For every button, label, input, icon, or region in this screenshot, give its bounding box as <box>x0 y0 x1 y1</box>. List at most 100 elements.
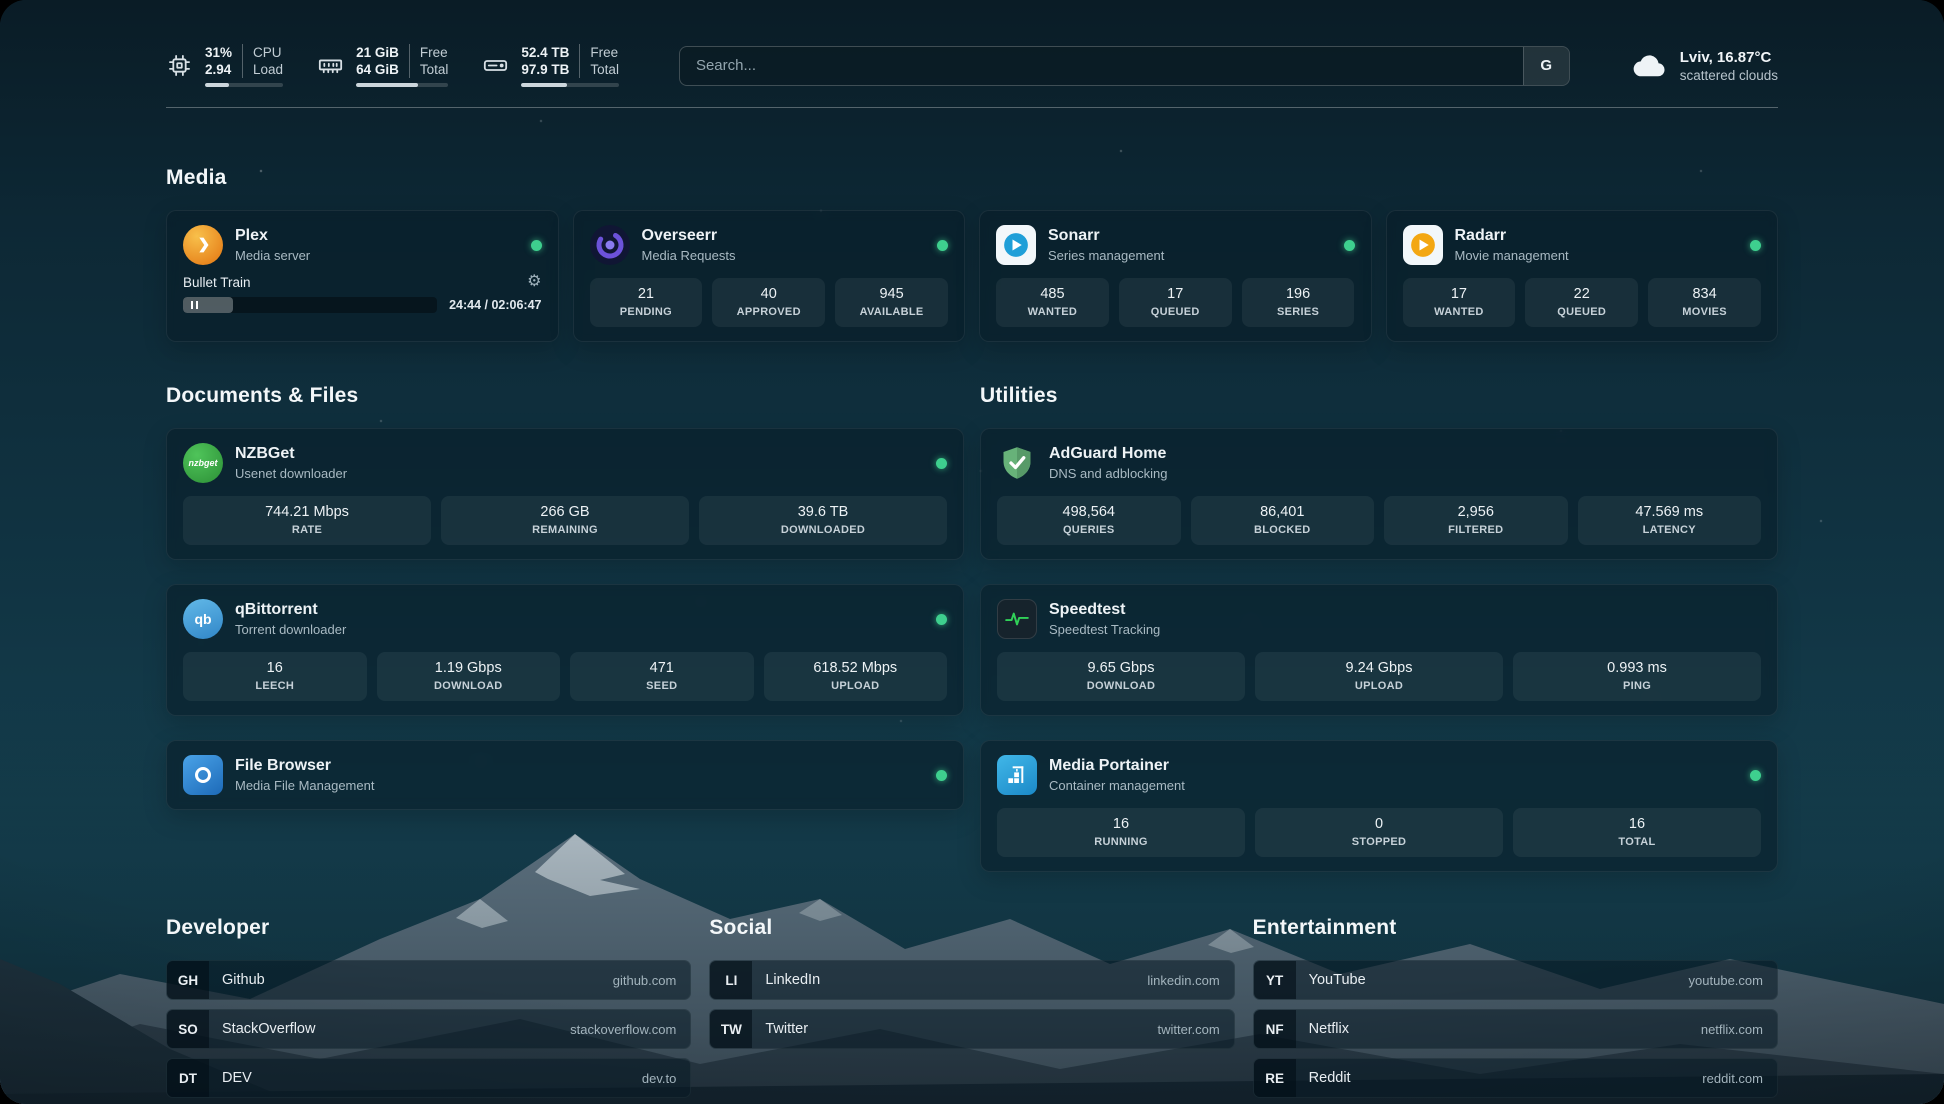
disk-free-value: 52.4 TB <box>521 44 579 61</box>
playback-progress-bar[interactable] <box>183 297 437 313</box>
search-input[interactable] <box>680 57 1523 74</box>
cpu-percent: 31% <box>205 44 242 61</box>
status-online-dot <box>1750 240 1761 251</box>
status-online-dot <box>1344 240 1355 251</box>
section-title-developer: Developer <box>166 916 691 940</box>
bookmark-netflix[interactable]: NFNetflixnetflix.com <box>1253 1009 1778 1049</box>
ram-free-value: 21 GiB <box>356 44 409 61</box>
radarr-icon <box>1403 225 1443 265</box>
stat-movies: 834MOVIES <box>1648 278 1761 327</box>
cpu-load-value: 2.94 <box>205 61 242 78</box>
portainer-icon <box>997 755 1037 795</box>
speedtest-icon <box>997 599 1037 639</box>
bookmark-name: Reddit <box>1309 1070 1351 1086</box>
app-desc: Media Requests <box>642 247 736 264</box>
sonarr-card[interactable]: Sonarr Series management 485WANTED17QUEU… <box>979 210 1372 342</box>
bookmark-url: linkedin.com <box>1147 973 1219 988</box>
stat-pending: 21PENDING <box>590 278 703 327</box>
bookmark-dev[interactable]: DTDEVdev.to <box>166 1058 691 1098</box>
bookmark-name: LinkedIn <box>765 972 820 988</box>
bookmark-github[interactable]: GHGithubgithub.com <box>166 960 691 1000</box>
bookmark-name: DEV <box>222 1070 252 1086</box>
section-utilities: Utilities AdGuard Home DNS and <box>980 384 1778 872</box>
bookmark-reddit[interactable]: RERedditreddit.com <box>1253 1058 1778 1098</box>
bookmark-url: reddit.com <box>1702 1071 1763 1086</box>
portainer-stats: 16RUNNING0STOPPED16TOTAL <box>997 808 1761 857</box>
bookmark-url: twitter.com <box>1158 1022 1220 1037</box>
plex-card[interactable]: Plex Media server Bullet Train ⚙ <box>166 210 559 342</box>
qbittorrent-card[interactable]: qb qBittorrent Torrent downloader 16LEEC… <box>166 584 964 716</box>
section-title-social: Social <box>709 916 1234 940</box>
bookmark-abbr-icon: TW <box>710 1010 752 1048</box>
ram-total-label: Total <box>409 61 449 78</box>
disk-progress-bar <box>521 83 619 87</box>
disk-free-label: Free <box>579 44 619 61</box>
bookmark-name: Twitter <box>765 1021 808 1037</box>
section-documents: Documents & Files nzbget NZBGet Usenet d… <box>166 384 964 810</box>
bookmark-group-social: Social LI LinkedIn linkedin.com TW Twitter tw… <box>709 916 1234 1058</box>
search-bar: G <box>679 46 1570 86</box>
speedtest-card[interactable]: Speedtest Speedtest Tracking 9.65 GbpsDO… <box>980 584 1778 716</box>
stat-rate: 744.21 MbpsRATE <box>183 496 431 545</box>
stat-blocked: 86,401BLOCKED <box>1191 496 1375 545</box>
stat-running: 16RUNNING <box>997 808 1245 857</box>
bookmark-abbr-icon: LI <box>710 961 752 999</box>
bookmark-twitter[interactable]: TW Twitter twitter.com <box>709 1009 1234 1049</box>
app-name: Sonarr <box>1048 226 1164 246</box>
cpu-load-label: Load <box>242 61 283 78</box>
section-title-entertainment: Entertainment <box>1253 916 1778 940</box>
stat-download: 9.65 GbpsDOWNLOAD <box>997 652 1245 701</box>
topbar-divider <box>166 107 1778 108</box>
bookmark-stackoverflow[interactable]: SOStackOverflowstackoverflow.com <box>166 1009 691 1049</box>
portainer-card[interactable]: Media Portainer Container management 16R… <box>980 740 1778 872</box>
qbittorrent-icon: qb <box>183 599 223 639</box>
section-title-media: Media <box>166 166 1778 190</box>
app-name: File Browser <box>235 756 374 776</box>
bookmark-abbr-icon: NF <box>1254 1010 1296 1048</box>
stat-queued: 22QUEUED <box>1525 278 1638 327</box>
pause-icon[interactable] <box>191 301 198 309</box>
app-desc: Usenet downloader <box>235 465 347 482</box>
nzbget-stats: 744.21 MbpsRATE266 GBREMAINING39.6 TBDOW… <box>183 496 947 545</box>
nzbget-card[interactable]: nzbget NZBGet Usenet downloader 744.21 M… <box>166 428 964 560</box>
app-desc: Movie management <box>1455 247 1569 264</box>
stat-available: 945AVAILABLE <box>835 278 948 327</box>
status-online-dot <box>1750 770 1761 781</box>
bookmark-abbr-icon: YT <box>1254 961 1296 999</box>
stat-filtered: 2,956FILTERED <box>1384 496 1568 545</box>
stat-stopped: 0STOPPED <box>1255 808 1503 857</box>
playback-time: 24:44 / 02:06:47 <box>449 298 541 312</box>
radarr-stats: 17WANTED22QUEUED834MOVIES <box>1403 278 1762 327</box>
disk-total-label: Total <box>579 61 619 78</box>
overseerr-card[interactable]: Overseerr Media Requests 21PENDING40APPR… <box>573 210 966 342</box>
settings-gear-icon[interactable]: ⚙ <box>527 274 541 290</box>
bookmark-url: github.com <box>613 973 677 988</box>
stat-queued: 17QUEUED <box>1119 278 1232 327</box>
bookmark-name: Netflix <box>1309 1021 1349 1037</box>
stat-upload: 9.24 GbpsUPLOAD <box>1255 652 1503 701</box>
app-desc: Media File Management <box>235 777 374 794</box>
filebrowser-card[interactable]: File Browser Media File Management <box>166 740 964 810</box>
now-playing-title: Bullet Train <box>183 275 251 290</box>
weather-widget: Lviv, 16.87°C scattered clouds <box>1630 47 1778 85</box>
radarr-card[interactable]: Radarr Movie management 17WANTED22QUEUED… <box>1386 210 1779 342</box>
bookmark-linkedin[interactable]: LI LinkedIn linkedin.com <box>709 960 1234 1000</box>
bookmark-youtube[interactable]: YTYouTubeyoutube.com <box>1253 960 1778 1000</box>
dashboard-screen: 31% CPU 2.94 Load <box>0 0 1944 1104</box>
bookmark-name: StackOverflow <box>222 1021 315 1037</box>
bookmark-url: dev.to <box>642 1071 676 1086</box>
nzbget-icon: nzbget <box>183 443 223 483</box>
status-online-dot <box>936 458 947 469</box>
stat-total: 16TOTAL <box>1513 808 1761 857</box>
weather-condition: scattered clouds <box>1680 67 1778 84</box>
app-desc: DNS and adblocking <box>1049 465 1168 482</box>
sonarr-stats: 485WANTED17QUEUED196SERIES <box>996 278 1355 327</box>
stat-remaining: 266 GBREMAINING <box>441 496 689 545</box>
bookmark-group-developer: Developer GHGithubgithub.com SOStackOverf… <box>166 916 691 1104</box>
adguard-card[interactable]: AdGuard Home DNS and adblocking 498,564Q… <box>980 428 1778 560</box>
ram-icon <box>317 52 344 79</box>
ram-widget: 21 GiB Free 64 GiB Total <box>317 44 448 87</box>
search-engine-button[interactable]: G <box>1523 47 1569 85</box>
app-desc: Media server <box>235 247 310 264</box>
stat-seed: 471SEED <box>570 652 754 701</box>
